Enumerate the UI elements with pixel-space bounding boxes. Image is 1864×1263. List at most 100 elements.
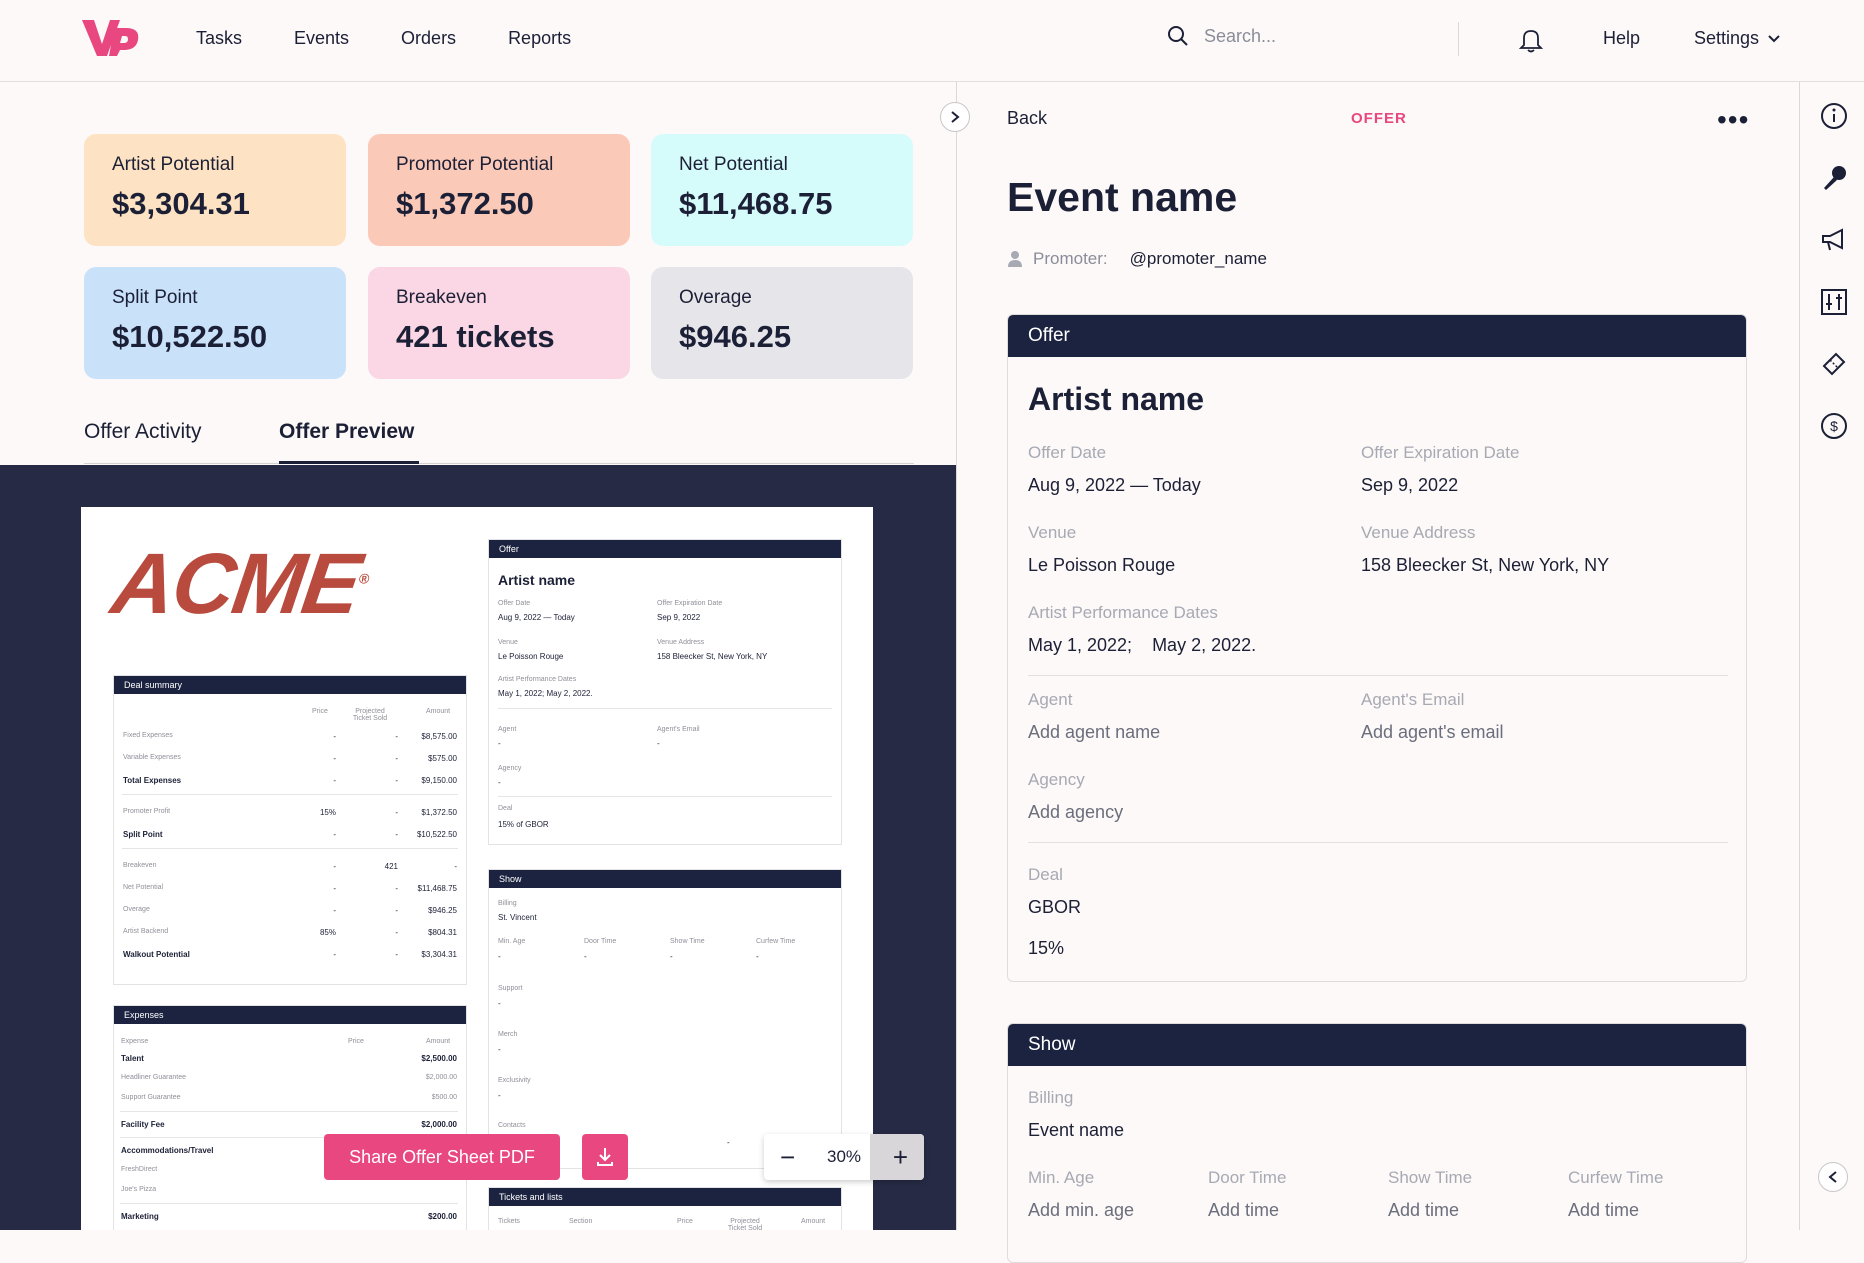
preview-field-value: - [498, 1045, 501, 1054]
bell-icon[interactable] [1518, 26, 1544, 54]
zoom-control: − 30% + [764, 1134, 924, 1180]
field-value[interactable]: Sep 9, 2022 [1361, 475, 1519, 496]
svg-text:$: $ [1830, 418, 1838, 434]
min-age-input[interactable]: Add min. age [1028, 1200, 1134, 1221]
field-value[interactable]: May 1, 2022; May 2, 2022. [1028, 635, 1256, 656]
field-label: Min. Age [1028, 1168, 1095, 1187]
search-input[interactable]: Search... [1204, 26, 1276, 47]
back-link[interactable]: Back [1007, 108, 1047, 129]
metric-label: Split Point [112, 287, 198, 308]
preview-field-label: Artist Performance Dates [498, 676, 577, 683]
preview-field-value: - [727, 1138, 730, 1147]
event-name-title: Event name [1007, 174, 1238, 220]
field-label: Agent's Email [1361, 690, 1465, 709]
expense-amount: $2,000.00 [425, 1074, 457, 1081]
download-icon [597, 1148, 613, 1166]
preview-field-value: 15% of GBOR [498, 820, 549, 829]
curfew-time-input[interactable]: Add time [1568, 1200, 1663, 1221]
deal-summary-cell: Promoter Profit [123, 808, 171, 815]
brand-logo[interactable] [80, 18, 142, 58]
show-time-input[interactable]: Add time [1388, 1200, 1472, 1221]
preview-field-value: - [498, 1091, 501, 1100]
field-value[interactable]: Le Poisson Rouge [1028, 555, 1175, 576]
deal-summary-cell: - [395, 830, 398, 839]
microphone-icon[interactable] [1820, 164, 1848, 192]
right-icon-rail: $ [1799, 82, 1864, 1230]
performance-dates-field: Artist Performance Dates May 1, 2022; May… [1028, 603, 1256, 656]
field-label: Venue Address [1361, 523, 1476, 542]
download-button[interactable] [582, 1134, 628, 1180]
help-link[interactable]: Help [1603, 28, 1640, 49]
preview-field-value: May 1, 2022; May 2, 2022. [498, 689, 593, 698]
door-time-input[interactable]: Add time [1208, 1200, 1286, 1221]
search-field[interactable]: Search... [1166, 24, 1276, 48]
field-value[interactable]: 158 Bleecker St, New York, NY [1361, 555, 1609, 576]
nav-tasks[interactable]: Tasks [196, 28, 242, 49]
field-value[interactable]: Aug 9, 2022 — Today [1028, 475, 1201, 496]
curfew-time-field: Curfew Time Add time [1568, 1168, 1663, 1221]
nav-orders[interactable]: Orders [401, 28, 456, 49]
deal-summary-cell: Overage [123, 906, 150, 913]
zoom-out-button[interactable]: − [780, 1144, 795, 1170]
offer-detail-panel: Back OFFER ••• Event name Promoter: @pro… [957, 82, 1799, 1263]
preview-field-label: Curfew Time [756, 938, 796, 945]
deal-summary-cell: - [333, 884, 336, 893]
field-label: Billing [1028, 1088, 1074, 1107]
zoom-in-button[interactable]: + [893, 1144, 908, 1170]
deal-summary-cell: 85% [319, 928, 336, 937]
agency-field: Agency Add agency [1028, 770, 1123, 823]
metric-label: Breakeven [396, 287, 487, 308]
show-section: Show Billing Event name Min. Age Add min. … [1007, 1023, 1747, 1263]
agent-input[interactable]: Add agent name [1028, 722, 1160, 743]
tab-offer-activity[interactable]: Offer Activity [84, 420, 201, 444]
dollar-icon[interactable]: $ [1820, 412, 1848, 440]
person-icon [1008, 251, 1022, 267]
more-options-button[interactable]: ••• [1717, 104, 1749, 136]
deal-summary-cell: - [333, 754, 336, 763]
preview-field-label: Venue [498, 639, 518, 646]
expense-name: Support Guarantee [121, 1094, 181, 1101]
preview-field-value: Le Poisson Rouge [498, 652, 564, 661]
expense-name: FreshDirect [121, 1166, 158, 1173]
deal-percent[interactable]: 15% [1028, 938, 1081, 959]
field-label: Venue [1028, 523, 1077, 542]
preview-field-value: Sep 9, 2022 [657, 613, 701, 622]
deal-summary-cell: 15% [319, 808, 336, 817]
promoter-handle[interactable]: @promoter_name [1130, 249, 1267, 269]
offer-section-title: Offer [1008, 315, 1746, 357]
tab-offer-preview[interactable]: Offer Preview [279, 420, 414, 444]
expense-name: Joe's Pizza [121, 1186, 157, 1193]
promoter-label: Promoter: [1033, 249, 1108, 268]
field-value[interactable]: Event name [1028, 1120, 1124, 1141]
deal-summary-cell: Split Point [123, 830, 163, 839]
sliders-icon[interactable] [1820, 288, 1848, 316]
share-offer-sheet-button[interactable]: Share Offer Sheet PDF [324, 1134, 560, 1180]
field-label: Deal [1028, 865, 1063, 884]
agency-input[interactable]: Add agency [1028, 802, 1123, 823]
preview-show-title: Show [489, 870, 841, 888]
info-icon[interactable] [1820, 102, 1848, 130]
preview-field-value: - [498, 739, 501, 748]
metric-value: $946.25 [679, 319, 792, 354]
nav-reports[interactable]: Reports [508, 28, 571, 49]
expand-rail-button[interactable] [1818, 1162, 1848, 1192]
preview-field-label: Offer Expiration Date [657, 600, 723, 607]
col-header: Section [569, 1218, 593, 1225]
offer-sheet-document[interactable]: ACME® Deal summary Price Projected Ticke… [81, 507, 873, 1230]
preview-field-label: Min. Age [498, 938, 526, 945]
deal-summary-cell: - [454, 862, 457, 871]
top-bar: Tasks Events Orders Reports Search... He… [0, 0, 1864, 82]
settings-label: Settings [1694, 28, 1760, 48]
metric-card-breakeven: Breakeven 421 tickets [368, 267, 630, 379]
settings-menu[interactable]: Settings [1694, 28, 1781, 49]
megaphone-icon[interactable] [1820, 226, 1848, 254]
preview-field-value: - [498, 952, 501, 961]
metric-card-artist-potential: Artist Potential $3,304.31 [84, 134, 346, 246]
expense-name: Headliner Guarantee [121, 1074, 186, 1081]
deal-summary-cell: - [395, 754, 398, 763]
agent-email-input[interactable]: Add agent's email [1361, 722, 1504, 743]
nav-events[interactable]: Events [294, 28, 349, 49]
ticket-icon[interactable] [1820, 350, 1848, 378]
deal-summary-cell: - [333, 862, 336, 871]
field-value[interactable]: GBOR [1028, 897, 1081, 918]
